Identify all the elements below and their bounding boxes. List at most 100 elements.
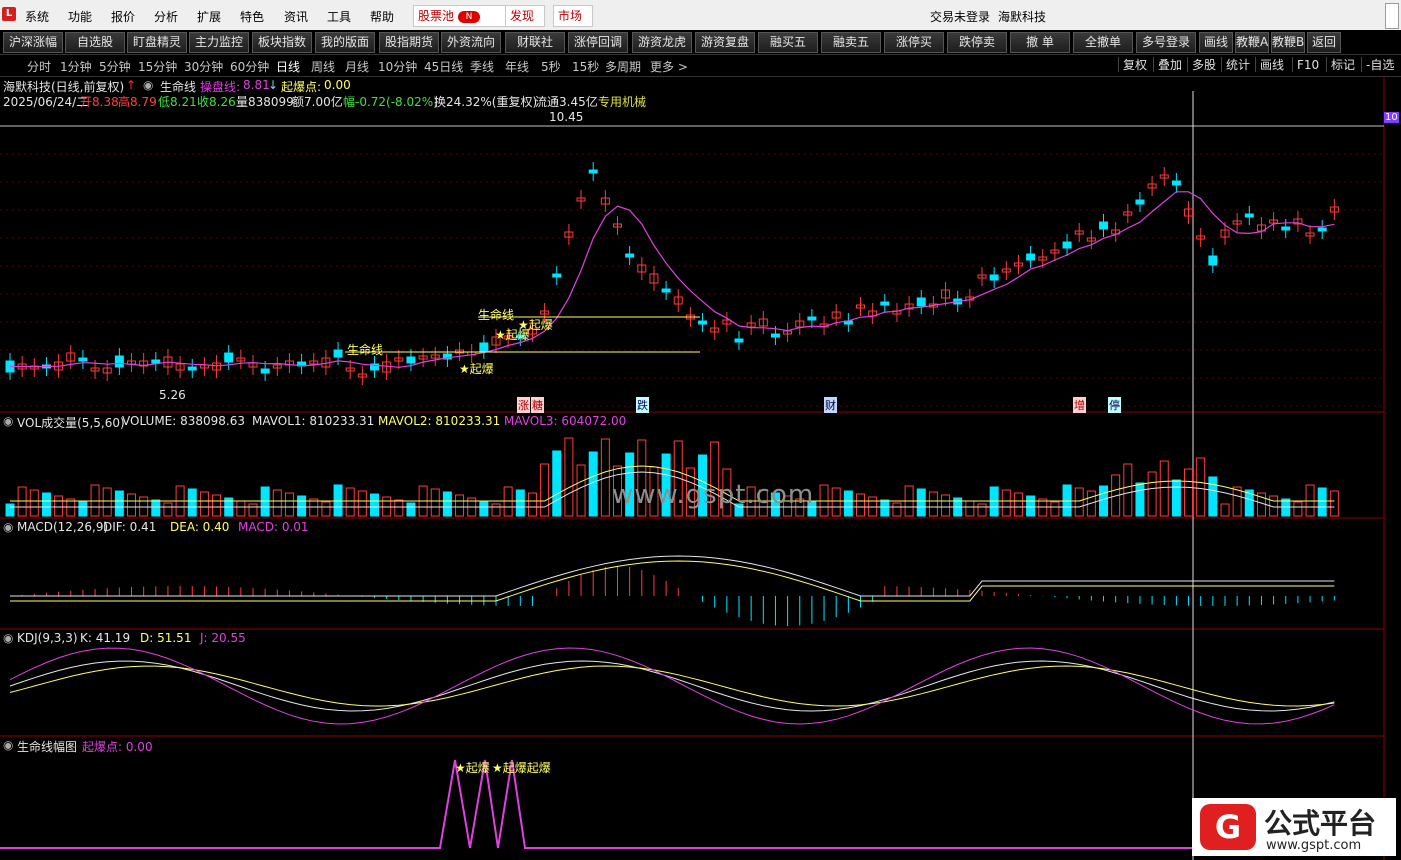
volume-bar — [1135, 482, 1145, 517]
period-monthly[interactable]: 月线 — [345, 58, 369, 75]
volume-bar — [78, 501, 88, 517]
volume-bar — [965, 500, 975, 517]
candle-body — [187, 366, 197, 371]
volume-bar — [564, 437, 574, 517]
kdj-j: J: 20.55 — [200, 631, 246, 645]
window-scroll-handle[interactable] — [1385, 3, 1399, 29]
volume-bar — [576, 464, 586, 517]
macd-settings-icon[interactable]: ◉ — [3, 520, 13, 534]
stock-pool-button[interactable]: 股票池 N — [413, 5, 507, 27]
tb-pointer-b[interactable]: 教鞭B — [1271, 32, 1305, 53]
tb-foreign-flow[interactable]: 外资流向 — [441, 32, 501, 53]
period-60min[interactable]: 60分钟 — [230, 58, 269, 75]
chevron-down-icon[interactable]: ◉ — [143, 78, 153, 92]
tb-multi-login[interactable]: 多号登录 — [1136, 32, 1196, 53]
macd-title[interactable]: MACD(12,26,9) — [17, 520, 108, 534]
tb-hotmoney-dragon[interactable]: 游资龙虎 — [632, 32, 692, 53]
lifeline-panel-title[interactable]: 生命线幅图 — [17, 738, 77, 755]
lifeline-panel-value: 起爆点: 0.00 — [82, 740, 153, 754]
volume-bar — [357, 490, 367, 517]
menu-help[interactable]: 帮助 — [370, 8, 394, 25]
tb-limitdown-sell[interactable]: 跌停卖 — [947, 32, 1007, 53]
tb-margin-buy5[interactable]: 融买五 — [758, 32, 818, 53]
kline-canvas[interactable] — [0, 76, 1396, 860]
rb-mark[interactable]: 标记 — [1326, 57, 1355, 72]
volume-bar — [272, 489, 282, 517]
tb-cancel-all[interactable]: 全撤单 — [1073, 32, 1133, 53]
rb-stats[interactable]: 统计 — [1221, 57, 1250, 72]
period-tick[interactable]: 分时 — [27, 58, 51, 75]
rb-multi-stock[interactable]: 多股 — [1187, 57, 1216, 72]
event-tag-tang[interactable]: 糖 — [531, 397, 544, 413]
volume-bar — [406, 502, 416, 517]
volume-bar — [928, 491, 938, 517]
period-5min[interactable]: 5分钟 — [99, 58, 131, 75]
volume-bar — [1184, 468, 1194, 517]
volume-bar — [284, 492, 294, 517]
vol-settings-icon[interactable]: ◉ — [3, 414, 13, 428]
vol-title[interactable]: VOL成交量(5,5,60) — [17, 414, 125, 431]
menu-feature[interactable]: 特色 — [240, 8, 264, 25]
tb-back[interactable]: 返回 — [1307, 32, 1341, 53]
period-15sec[interactable]: 15秒 — [572, 58, 599, 75]
tb-monitor-wizard[interactable]: 盯盘精灵 — [127, 32, 187, 53]
rb-fuquan[interactable]: 复权 — [1118, 57, 1147, 72]
discover-button[interactable]: 发现 — [505, 5, 545, 27]
tb-watchlist[interactable]: 自选股 — [65, 32, 125, 53]
tb-cancel-order[interactable]: 撤 单 — [1010, 32, 1070, 53]
period-15min[interactable]: 15分钟 — [138, 58, 177, 75]
rb-overlay[interactable]: 叠加 — [1153, 57, 1182, 72]
menu-analysis[interactable]: 分析 — [154, 8, 178, 25]
volume-bar — [102, 487, 112, 517]
period-5sec[interactable]: 5秒 — [541, 58, 561, 75]
event-tag-ting[interactable]: 停 — [1108, 397, 1121, 413]
tb-limitup-buy[interactable]: 涨停买 — [884, 32, 944, 53]
brand-logo: G 公式平台 www.gspt.com — [1192, 798, 1396, 856]
menu-extend[interactable]: 扩展 — [197, 8, 221, 25]
tb-index-futures[interactable]: 股指期货 — [379, 32, 439, 53]
event-tag-zhang[interactable]: 涨 — [517, 397, 530, 413]
tb-hotmoney-review[interactable]: 游资复盘 — [695, 32, 755, 53]
event-tag-zeng[interactable]: 增 — [1073, 397, 1086, 413]
rb-f10[interactable]: F10 — [1292, 57, 1319, 72]
period-10min[interactable]: 10分钟 — [378, 58, 417, 75]
kdj-settings-icon[interactable]: ◉ — [3, 631, 13, 645]
menu-news[interactable]: 资讯 — [284, 8, 308, 25]
login-status[interactable]: 交易未登录 — [930, 8, 990, 25]
menu-quote[interactable]: 报价 — [111, 8, 135, 25]
tb-margin-sell5[interactable]: 融卖五 — [821, 32, 881, 53]
tb-draw-line[interactable]: 画线 — [1199, 32, 1233, 53]
period-year[interactable]: 年线 — [505, 58, 529, 75]
period-quarter[interactable]: 季线 — [470, 58, 494, 75]
period-daily[interactable]: 日线 — [276, 58, 300, 75]
period-45day[interactable]: 45日线 — [424, 58, 463, 75]
volume-bar — [1123, 463, 1133, 517]
kdj-title[interactable]: KDJ(9,3,3) — [17, 631, 78, 645]
menu-tools[interactable]: 工具 — [327, 8, 351, 25]
tb-my-layout[interactable]: 我的版面 — [315, 32, 375, 53]
event-tag-cai[interactable]: 财 — [824, 397, 837, 413]
menu-system[interactable]: 系统 — [25, 8, 49, 25]
volume-bar — [212, 494, 222, 517]
market-button[interactable]: 市场 — [553, 5, 593, 27]
period-weekly[interactable]: 周线 — [311, 58, 335, 75]
tb-cailianshe[interactable]: 财联社 — [505, 32, 565, 53]
period-1min[interactable]: 1分钟 — [60, 58, 92, 75]
rb-add-watch[interactable]: -自选 — [1361, 57, 1394, 72]
event-tag-die[interactable]: 跌 — [636, 397, 649, 413]
tb-limitup-pullback[interactable]: 涨停回调 — [568, 32, 628, 53]
tb-sector-index[interactable]: 板块指数 — [252, 32, 312, 53]
volume-bar — [540, 463, 550, 517]
menu-function[interactable]: 功能 — [68, 8, 92, 25]
period-more[interactable]: 更多 > — [650, 58, 688, 75]
volume-bar — [199, 491, 209, 517]
tb-pointer-a[interactable]: 教鞭A — [1235, 32, 1269, 53]
period-multi[interactable]: 多周期 — [605, 58, 641, 75]
tb-main-force[interactable]: 主力监控 — [189, 32, 249, 53]
chart-area[interactable]: 海默科技(日线,前复权) ↑ ◉ 生命线 操盘线: 8.81 ↓ 起爆点: 0.… — [0, 76, 1399, 860]
kdj-j-line — [9, 647, 1335, 725]
tb-hs-gain[interactable]: 沪深涨幅 — [3, 32, 63, 53]
lifeline-settings-icon[interactable]: ◉ — [3, 738, 13, 752]
period-30min[interactable]: 30分钟 — [184, 58, 223, 75]
rb-draw[interactable]: 画线 — [1255, 57, 1284, 72]
